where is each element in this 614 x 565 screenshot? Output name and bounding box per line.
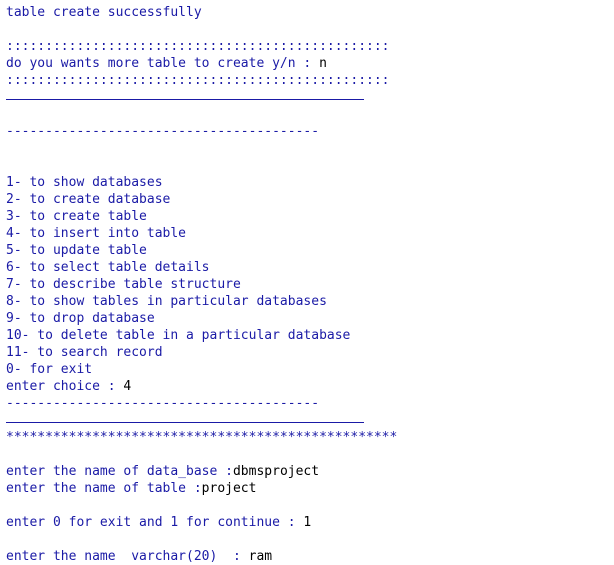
user-input-value: 4	[123, 379, 132, 394]
console-line-text: ----------------------------------------	[6, 124, 320, 139]
console-line-text: 5- to update table	[6, 243, 147, 258]
user-input-value: dbmsproject	[232, 464, 320, 479]
user-input-value: 1	[303, 515, 312, 530]
console-line: 9- to drop database	[6, 310, 600, 327]
console-line-text: 4- to insert into table	[6, 226, 187, 241]
console-line-text: do you wants more table to create y/n :	[6, 56, 320, 71]
console-line-text: 0- for exit	[6, 362, 93, 377]
console-line-text: enter the name of table :	[6, 481, 202, 496]
console-line-text: enter choice :	[6, 379, 124, 394]
console-line: ----------------------------------------	[6, 123, 600, 140]
separator-line	[6, 412, 600, 429]
console-line: 8- to show tables in particular database…	[6, 293, 600, 310]
console-line: enter the name varchar(20) : ram	[6, 548, 600, 565]
console-line-text: 2- to create database	[6, 192, 171, 207]
console-line: table create successfully	[6, 4, 600, 21]
console-line: ----------------------------------------	[6, 395, 600, 412]
console-line: enter choice : 4	[6, 378, 600, 395]
console-line-text: ----------------------------------------	[6, 396, 320, 411]
console-line-text: 3- to create table	[6, 209, 147, 224]
console-line: enter 0 for exit and 1 for continue : 1	[6, 514, 600, 531]
console-line: 6- to select table details	[6, 259, 600, 276]
console-line-text: 7- to describe table structure	[6, 277, 241, 292]
console-line-text: 8- to show tables in particular database…	[6, 294, 327, 309]
console-line: 5- to update table	[6, 242, 600, 259]
console-line: ****************************************…	[6, 429, 600, 446]
console-line: 11- to search record	[6, 344, 600, 361]
console-line: ::::::::::::::::::::::::::::::::::::::::…	[6, 38, 600, 55]
console-line-text: 10- to delete table in a particular data…	[6, 328, 351, 343]
console-line-text: 11- to search record	[6, 345, 163, 360]
scrollbar-track[interactable]	[600, 0, 614, 556]
console-line: enter the name of table :project	[6, 480, 600, 497]
console-line-text: table create successfully	[6, 5, 202, 20]
separator-line	[6, 89, 600, 106]
console-line: 7- to describe table structure	[6, 276, 600, 293]
console-line: 2- to create database	[6, 191, 600, 208]
console-line-text: 6- to select table details	[6, 260, 210, 275]
console-line: 1- to show databases	[6, 174, 600, 191]
console-line-text: ::::::::::::::::::::::::::::::::::::::::…	[6, 39, 390, 54]
user-input-value: project	[201, 481, 257, 496]
console-line: ::::::::::::::::::::::::::::::::::::::::…	[6, 72, 600, 89]
console-output[interactable]: table create successfully:::::::::::::::…	[0, 0, 600, 564]
console-line-text: enter 0 for exit and 1 for continue :	[6, 515, 304, 530]
user-input-value: ram	[248, 549, 273, 564]
console-line-text: enter the name of data_base :	[6, 464, 233, 479]
console-line-text: ****************************************…	[6, 430, 398, 445]
console-line: 4- to insert into table	[6, 225, 600, 242]
console-line: enter the name of data_base :dbmsproject	[6, 463, 600, 480]
console-line-text: 1- to show databases	[6, 175, 163, 190]
console-line: 10- to delete table in a particular data…	[6, 327, 600, 344]
console-line: 3- to create table	[6, 208, 600, 225]
user-input-value: n	[319, 56, 327, 71]
console-line-text: ::::::::::::::::::::::::::::::::::::::::…	[6, 73, 390, 88]
console-line: do you wants more table to create y/n : …	[6, 55, 600, 72]
console-line-text: enter the name varchar(20) :	[6, 549, 249, 564]
console-line: 0- for exit	[6, 361, 600, 378]
console-line-text: 9- to drop database	[6, 311, 155, 326]
